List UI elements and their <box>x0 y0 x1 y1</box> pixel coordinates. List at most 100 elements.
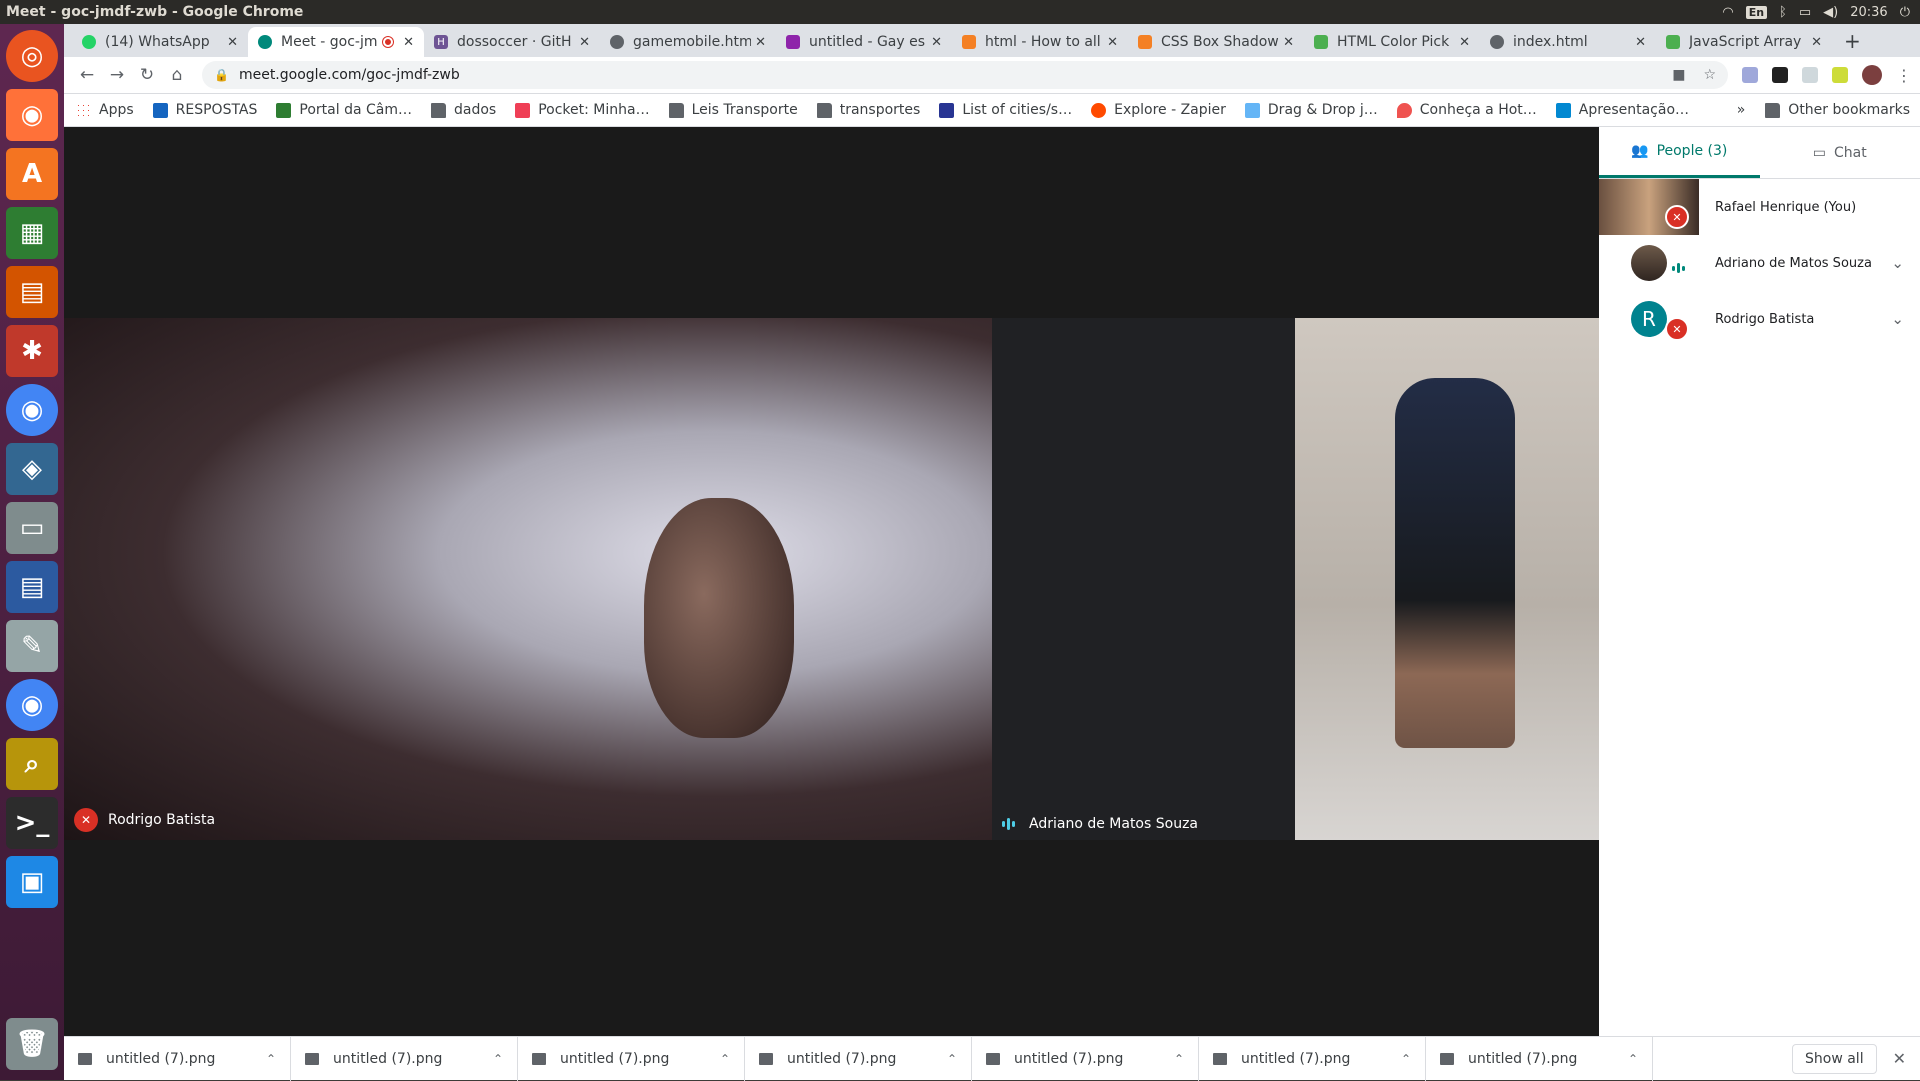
address-bar[interactable]: 🔒 meet.google.com/goc-jmdf-zwb ■☆ <box>202 61 1728 89</box>
bookmark-zapier[interactable]: Explore - Zapier <box>1091 102 1226 118</box>
close-icon[interactable]: ✕ <box>579 35 590 50</box>
chevron-up-icon[interactable]: ⌃ <box>1174 1052 1184 1066</box>
home-icon[interactable]: ⌂ <box>162 65 192 85</box>
bookmark-pocket[interactable]: Pocket: Minha… <box>515 102 649 118</box>
show-all-button[interactable]: Show all <box>1792 1044 1877 1074</box>
bookmark-respostas[interactable]: RESPOSTAS <box>153 102 258 118</box>
forward-icon[interactable]: → <box>102 65 132 85</box>
bookmark-folder-dados[interactable]: dados <box>431 102 496 118</box>
software-center-icon[interactable]: A <box>6 148 58 200</box>
chevron-down-icon[interactable]: ⌄ <box>1891 310 1904 328</box>
tab-color-picker[interactable]: HTML Color Pick✕ <box>1304 27 1480 57</box>
firefox-icon[interactable]: ◉ <box>6 89 58 141</box>
writer-icon[interactable]: ▤ <box>6 561 58 613</box>
bookmark-dragdrop[interactable]: Drag & Drop j… <box>1245 102 1378 118</box>
avatar: R <box>1631 301 1667 337</box>
tab-index[interactable]: index.html✕ <box>1480 27 1656 57</box>
settings-icon[interactable]: ✱ <box>6 325 58 377</box>
more-bookmarks-icon[interactable]: » <box>1737 102 1746 118</box>
chevron-up-icon[interactable]: ⌃ <box>1628 1052 1638 1066</box>
participant-row[interactable]: Adriano de Matos Souza ⌄ <box>1599 235 1920 291</box>
chevron-down-icon[interactable]: ⌄ <box>1891 254 1904 272</box>
back-icon[interactable]: ← <box>72 65 102 85</box>
tab-github[interactable]: Hdossoccer · GitH✕ <box>424 27 600 57</box>
other-bookmarks[interactable]: Other bookmarks <box>1765 102 1910 118</box>
tab-meet[interactable]: Meet - goc-jm✕ <box>248 27 424 57</box>
tab-whatsapp[interactable]: (14) WhatsApp✕ <box>72 27 248 57</box>
spreadsheet-icon[interactable]: ▦ <box>6 207 58 259</box>
close-icon[interactable]: ✕ <box>931 35 942 50</box>
close-icon[interactable]: ✕ <box>227 35 238 50</box>
image-file-icon <box>1440 1053 1454 1065</box>
ubuntu-dash-icon[interactable]: ◎ <box>6 30 58 82</box>
volume-icon[interactable]: ◀) <box>1823 5 1838 20</box>
tab-untitled[interactable]: untitled - Gay es✕ <box>776 27 952 57</box>
close-icon[interactable]: ✕ <box>1893 1049 1906 1068</box>
video-tile-rodrigo[interactable]: ✕ Rodrigo Batista <box>64 318 992 840</box>
terminal-icon[interactable]: >_ <box>6 797 58 849</box>
close-icon[interactable]: ✕ <box>403 35 414 50</box>
tab-gamemobile[interactable]: gamemobile.htm✕ <box>600 27 776 57</box>
tab-chat[interactable]: ▭Chat <box>1760 127 1920 178</box>
text-editor-icon[interactable]: ✎ <box>6 620 58 672</box>
chevron-up-icon[interactable]: ⌃ <box>1401 1052 1411 1066</box>
chevron-up-icon[interactable]: ⌃ <box>720 1052 730 1066</box>
participant-row[interactable]: R✕ Rodrigo Batista ⌄ <box>1599 291 1920 347</box>
extension-icon[interactable] <box>1742 67 1758 83</box>
bookmark-folder-transportes[interactable]: transportes <box>817 102 921 118</box>
bookmark-apresentacao[interactable]: Apresentação… <box>1556 102 1689 118</box>
bookmark-apps[interactable]: Apps <box>76 102 134 118</box>
tab-js-array[interactable]: JavaScript Array✕ <box>1656 27 1832 57</box>
power-icon[interactable]: ⏻ <box>1900 5 1910 20</box>
bookmark-hotmart[interactable]: Conheça a Hot… <box>1397 102 1537 118</box>
close-icon[interactable]: ✕ <box>1459 35 1470 50</box>
download-item[interactable]: untitled (7).png⌃ <box>518 1037 745 1081</box>
profile-avatar[interactable] <box>1862 65 1882 85</box>
download-item[interactable]: untitled (7).png⌃ <box>972 1037 1199 1081</box>
video-tile-adriano[interactable]: Adriano de Matos Souza <box>992 318 1295 840</box>
download-item[interactable]: untitled (7).png⌃ <box>64 1037 291 1081</box>
image-viewer-icon[interactable]: ⌕ <box>6 738 58 790</box>
menu-icon[interactable]: ⋮ <box>1896 66 1912 85</box>
keyboard-layout[interactable]: En <box>1746 6 1767 19</box>
chrome-active-icon[interactable]: ◉ <box>6 679 58 731</box>
download-item[interactable]: untitled (7).png⌃ <box>291 1037 518 1081</box>
chrome-icon[interactable]: ◉ <box>6 384 58 436</box>
extension-icon[interactable] <box>1772 67 1788 83</box>
tab-stackoverflow-2[interactable]: CSS Box Shadow✕ <box>1128 27 1304 57</box>
close-icon[interactable]: ✕ <box>1635 35 1646 50</box>
bookmark-portal[interactable]: Portal da Câm… <box>276 102 412 118</box>
close-icon[interactable]: ✕ <box>1811 35 1822 50</box>
reload-icon[interactable]: ↻ <box>132 65 162 85</box>
postgres-icon[interactable]: ◈ <box>6 443 58 495</box>
star-icon[interactable]: ☆ <box>1703 67 1716 83</box>
close-icon[interactable]: ✕ <box>1283 35 1294 50</box>
trash-icon[interactable]: 🗑 <box>6 1018 58 1070</box>
wifi-icon[interactable]: ◠ <box>1722 5 1733 20</box>
chevron-up-icon[interactable]: ⌃ <box>493 1052 503 1066</box>
app-icon[interactable]: ▣ <box>6 856 58 908</box>
battery-icon[interactable]: ▭ <box>1799 5 1811 20</box>
tab-people[interactable]: 👥People (3) <box>1599 127 1760 178</box>
video-tile-adriano-feed[interactable] <box>1295 318 1599 840</box>
download-item[interactable]: untitled (7).png⌃ <box>1426 1037 1653 1081</box>
clock[interactable]: 20:36 <box>1850 5 1887 20</box>
close-icon[interactable]: ✕ <box>1107 35 1118 50</box>
bookmark-folder-leis[interactable]: Leis Transporte <box>669 102 798 118</box>
tab-stackoverflow-1[interactable]: html - How to all✕ <box>952 27 1128 57</box>
chevron-up-icon[interactable]: ⌃ <box>947 1052 957 1066</box>
files-icon[interactable]: ▭ <box>6 502 58 554</box>
bookmark-cities[interactable]: List of cities/s… <box>939 102 1072 118</box>
close-icon[interactable]: ✕ <box>755 35 766 50</box>
extension-icon[interactable] <box>1802 67 1818 83</box>
camera-icon[interactable]: ■ <box>1672 67 1685 83</box>
new-tab-button[interactable]: + <box>1832 29 1873 57</box>
presentation-icon[interactable]: ▤ <box>6 266 58 318</box>
bluetooth-icon[interactable]: ᛒ <box>1779 5 1787 20</box>
extension-icon[interactable] <box>1832 67 1848 83</box>
download-item[interactable]: untitled (7).png⌃ <box>745 1037 972 1081</box>
lock-icon[interactable]: 🔒 <box>214 68 229 82</box>
download-item[interactable]: untitled (7).png⌃ <box>1199 1037 1426 1081</box>
participant-row[interactable]: ✕ Rafael Henrique (You) <box>1599 179 1920 235</box>
chevron-up-icon[interactable]: ⌃ <box>266 1052 276 1066</box>
